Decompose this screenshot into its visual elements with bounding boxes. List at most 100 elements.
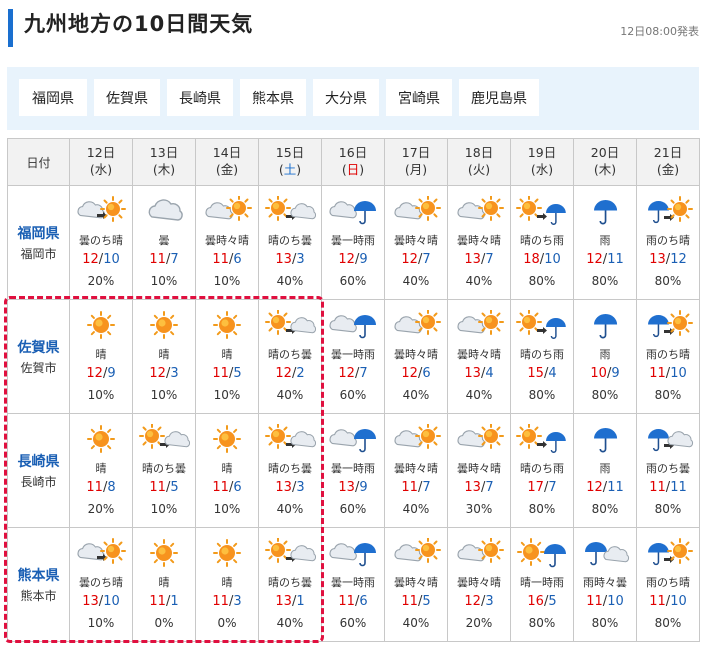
temperature: 12/9: [322, 252, 384, 267]
forecast-cell: 雨時々曇 11/10 80%: [573, 527, 637, 642]
temp-high: 11: [212, 594, 229, 609]
pref-link-oita[interactable]: 大分県: [313, 79, 379, 116]
area-cell: 熊本県 熊本市: [7, 527, 70, 642]
precip-probability: 10%: [150, 502, 178, 516]
temperature: 11/10: [637, 366, 699, 381]
temp-low: 7: [485, 480, 494, 495]
pref-link-miyazaki[interactable]: 宮崎県: [386, 79, 452, 116]
temp-high: 12: [338, 366, 355, 381]
temp-high: 11: [212, 480, 229, 495]
sunny-then-cloudy-icon: [265, 310, 316, 335]
temp-low: 11: [607, 480, 624, 495]
weather-text: 晴: [95, 462, 107, 475]
forecast-cell: 曇一時雨 11/6 60%: [321, 527, 385, 642]
pref-link-nagasaki[interactable]: 長崎県: [167, 79, 233, 116]
precip-probability: 40%: [402, 502, 430, 516]
day-header: 16日 (日): [321, 138, 385, 186]
forecast-cell: 曇一時雨 13/9 60%: [321, 413, 385, 528]
forecast-cell: 雨 12/11 80%: [573, 413, 637, 528]
cloudy-sometimes-sunny-icon: [394, 310, 441, 335]
issued-time: 12日08:00発表: [620, 25, 699, 38]
precip-probability: 40%: [465, 274, 493, 288]
precip-probability: 80%: [654, 616, 682, 630]
day-header: 20日 (木): [573, 138, 637, 186]
precip-probability: 20%: [465, 616, 493, 630]
cloudy-sometimes-rain-icon: [329, 543, 376, 567]
prefecture-link[interactable]: 長崎県: [8, 451, 69, 471]
day-date: 18日: [464, 145, 494, 160]
temp-low: 4: [485, 366, 494, 381]
weather-text: 晴: [221, 462, 233, 475]
weather-text: 晴: [221, 348, 233, 361]
temperature: 11/6: [196, 480, 258, 495]
precip-probability: 60%: [339, 502, 367, 516]
cloudy-sometimes-sunny-icon: [394, 196, 441, 221]
precip-probability: 10%: [87, 388, 115, 402]
day-of-week: 火: [472, 162, 486, 177]
pref-link-fukuoka[interactable]: 福岡県: [19, 79, 87, 116]
pref-link-saga[interactable]: 佐賀県: [94, 79, 160, 116]
forecast-cell: 晴のち雨 15/4 80%: [510, 299, 574, 414]
forecast-cell: 曇時々晴 12/3 20%: [447, 527, 511, 642]
forecast-cell: 曇時々晴 13/7 40%: [447, 185, 511, 300]
temp-high: 11: [338, 594, 355, 609]
temp-low: 11: [607, 252, 624, 267]
weather-text: 晴: [158, 348, 170, 361]
temp-low: 6: [233, 480, 242, 495]
temp-low: 3: [170, 366, 179, 381]
weather-text: 晴: [158, 576, 170, 589]
precip-probability: 80%: [654, 502, 682, 516]
temp-low: 12: [670, 252, 687, 267]
prefecture-link[interactable]: 熊本県: [8, 565, 69, 585]
temp-high: 11: [212, 252, 229, 267]
forecast-cell: 晴 11/8 20%: [69, 413, 133, 528]
day-of-week: 金: [661, 162, 675, 177]
temperature: 11/1: [133, 594, 195, 609]
forecast-cell: 雨 12/11 80%: [573, 185, 637, 300]
cloudy-sometimes-sunny-icon: [205, 196, 252, 221]
precip-probability: 0%: [217, 616, 237, 630]
weather-text: 曇時々晴: [394, 462, 438, 475]
sunny-icon: [213, 539, 241, 567]
weather-text: 曇時々晴: [457, 234, 501, 247]
cloudy-sometimes-rain-icon: [329, 315, 376, 339]
day-date: 13日: [149, 145, 179, 160]
day-header: 15日 (土): [258, 138, 322, 186]
cloudy-sometimes-sunny-icon: [394, 424, 441, 449]
temp-high: 11: [586, 594, 603, 609]
cloudy-sometimes-sunny-icon: [394, 538, 441, 563]
temp-low: 7: [485, 252, 494, 267]
temperature: 12/6: [385, 366, 447, 381]
precip-probability: 80%: [654, 388, 682, 402]
pref-link-kagoshima[interactable]: 鹿児島県: [459, 79, 539, 116]
weather-text: 雨: [599, 348, 611, 361]
pref-link-kumamoto[interactable]: 熊本県: [240, 79, 306, 116]
temp-low: 5: [233, 366, 242, 381]
temp-high: 12: [586, 252, 603, 267]
rain-icon: [594, 314, 618, 339]
temperature: 11/3: [196, 594, 258, 609]
forecast-cell: 晴一時雨 16/5 80%: [510, 527, 574, 642]
day-header: 18日 (火): [447, 138, 511, 186]
temp-high: 11: [212, 366, 229, 381]
temp-low: 5: [548, 594, 557, 609]
prefecture-link[interactable]: 佐賀県: [8, 337, 69, 357]
precip-probability: 60%: [339, 616, 367, 630]
weather-text: 晴一時雨: [520, 576, 564, 589]
prefecture-link[interactable]: 福岡県: [8, 223, 69, 243]
precip-probability: 30%: [465, 502, 493, 516]
sunny-icon: [213, 425, 241, 453]
forecast-cell: 晴のち曇 13/3 40%: [258, 185, 322, 300]
sunny-sometimes-rain-icon: [517, 538, 566, 568]
weather-text: 曇時々晴: [205, 234, 249, 247]
weather-text: 曇時々晴: [457, 348, 501, 361]
temp-high: 11: [401, 480, 418, 495]
precip-probability: 10%: [87, 616, 115, 630]
prefecture-nav: 福岡県 佐賀県 長崎県 熊本県 大分県 宮崎県 鹿児島県: [7, 67, 699, 130]
day-of-week: 木: [598, 162, 612, 177]
day-header: 21日 (金): [636, 138, 700, 186]
forecast-cell: 曇 11/7 10%: [132, 185, 196, 300]
temperature: 13/3: [259, 252, 321, 267]
cloudy-sometimes-sunny-icon: [457, 196, 504, 221]
sunny-then-cloudy-icon: [265, 424, 316, 449]
